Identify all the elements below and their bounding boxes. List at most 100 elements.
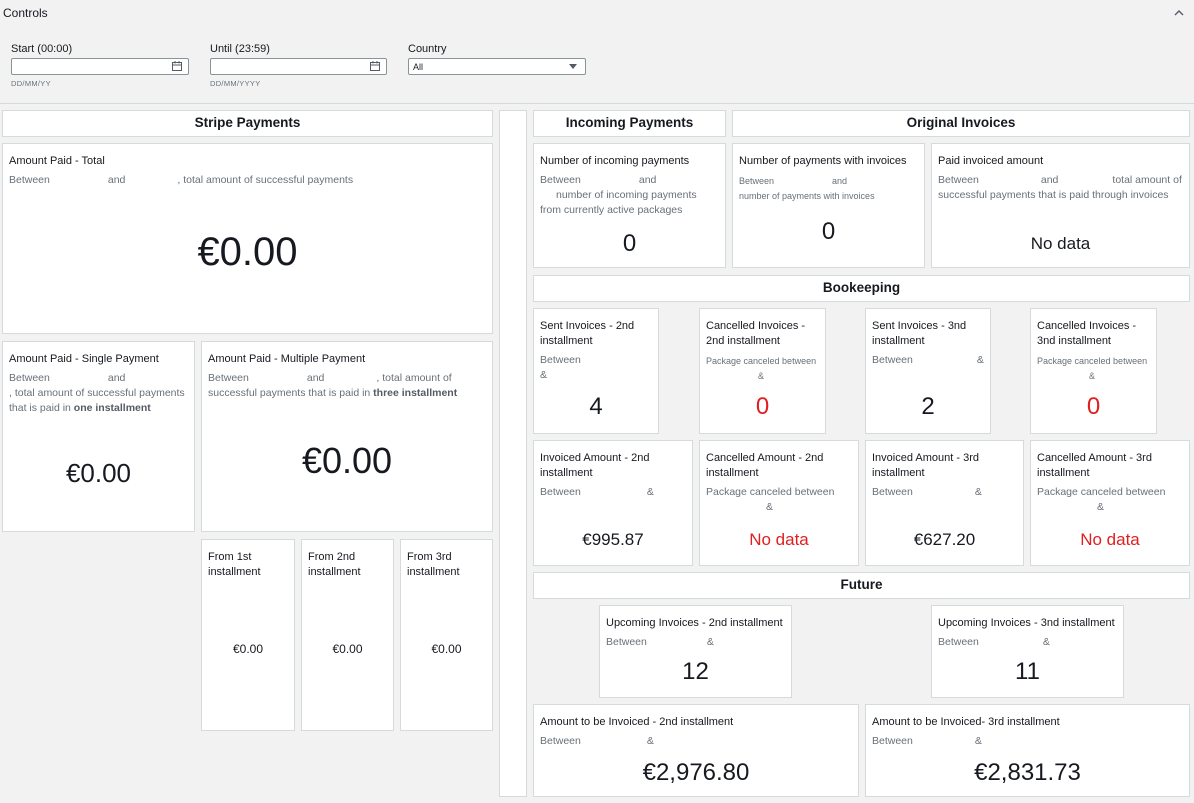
chevron-up-icon[interactable] [1172, 6, 1186, 20]
calendar-icon[interactable] [370, 61, 380, 71]
card-value: €0.00 [431, 642, 462, 656]
card-subtitle: Between and number of incoming payments fr… [540, 174, 697, 216]
card-subtitle: Between & [872, 486, 982, 498]
country-label: Country [408, 43, 447, 55]
card-title: Amount to be Invoiced - 2nd installment [540, 716, 734, 728]
until-date-label: Until (23:59) [210, 43, 270, 55]
card-title: Amount Paid - Single Payment [9, 353, 159, 365]
card-subtitle: Package canceled between & [1037, 486, 1166, 513]
card-subtitle: Between & [606, 636, 714, 648]
start-date-hint: DD/MM/YY [11, 79, 51, 88]
card-title: Sent Invoices - 3nd installment [872, 320, 967, 347]
incoming-payments-header: Incoming Payments [533, 110, 726, 137]
card-value: 12 [682, 658, 709, 685]
amount-to-be-invoiced-3rd-card: Amount to be Invoiced- 3rd installment B… [865, 704, 1190, 797]
card-title: Cancelled Amount - 3rd installment [1037, 452, 1152, 479]
card-title: From 3rd installment [407, 551, 460, 578]
card-subtitle: Between and, total amount of successful p… [9, 372, 185, 414]
upcoming-invoices-3rd-card: Upcoming Invoices - 3nd installment Betw… [931, 605, 1124, 698]
card-value: 0 [622, 230, 637, 257]
card-value: 4 [589, 393, 603, 420]
card-title: Upcoming Invoices - 3nd installment [938, 617, 1115, 629]
cancelled-invoices-3rd-card: Cancelled Invoices - 3nd installment Pac… [1030, 308, 1157, 434]
start-date-input[interactable] [11, 58, 189, 75]
card-subtitle: Package canceled between & [706, 486, 835, 513]
card-value: €0.00 [197, 230, 298, 274]
card-title: Invoiced Amount - 2nd installment [540, 452, 650, 479]
card-title: Number of incoming payments [540, 155, 690, 167]
stripe-payments-header: Stripe Payments [2, 110, 493, 137]
amount-paid-single-card: Amount Paid - Single Payment Between and,… [2, 341, 195, 532]
card-value: €0.00 [301, 440, 393, 481]
card-title: Cancelled Invoices - 3nd installment [1037, 320, 1137, 347]
card-subtitle: Between & [872, 354, 984, 366]
card-value: €995.87 [582, 530, 644, 549]
card-subtitle: Between and, total amount of successful p… [208, 372, 458, 399]
start-date-label: Start (00:00) [11, 43, 73, 55]
card-title: Invoiced Amount - 3rd installment [872, 452, 980, 479]
calendar-icon[interactable] [172, 61, 182, 71]
card-subtitle: Between and total amount of successful pay… [938, 174, 1182, 201]
controls-title: Controls [3, 6, 48, 20]
card-value: No data [749, 530, 809, 549]
card-value: No data [1080, 530, 1140, 549]
original-invoices-header: Original Invoices [732, 110, 1190, 137]
card-subtitle: Between and number of payments with invoic… [739, 176, 875, 201]
card-subtitle: Between & [872, 735, 982, 747]
future-header: Future [533, 572, 1190, 599]
amount-paid-multiple-card: Amount Paid - Multiple Payment Between an… [201, 341, 493, 532]
payments-with-invoices-card: Number of payments with invoices Between… [732, 143, 925, 268]
sent-invoices-2nd-card: Sent Invoices - 2nd installment Between &… [533, 308, 659, 434]
card-title: From 1st installment [208, 551, 261, 578]
card-value: €0.00 [232, 642, 264, 656]
country-select[interactable]: All [408, 58, 586, 75]
until-date-input[interactable] [210, 58, 387, 75]
until-date-control: Until (23:59) DD/MM/YYYY [210, 43, 387, 88]
spacer-panel [499, 110, 527, 797]
card-value: €2,976.80 [642, 759, 750, 786]
card-value: 2 [921, 393, 935, 420]
from-2nd-installment-card: From 2nd installment €0.00 [301, 539, 394, 731]
sent-invoices-3rd-card: Sent Invoices - 3nd installment Between &… [865, 308, 991, 434]
card-subtitle: Package canceled between & [1037, 356, 1148, 381]
card-title: Number of payments with invoices [739, 155, 907, 167]
card-value: No data [1030, 234, 1091, 253]
card-value: 0 [755, 393, 770, 420]
card-value: 0 [821, 218, 836, 245]
invoiced-amount-3rd-card: Invoiced Amount - 3rd installment Betwee… [865, 440, 1024, 566]
card-title: Amount Paid - Multiple Payment [208, 353, 366, 365]
card-value: €0.00 [332, 642, 363, 656]
incoming-payments-count-card: Number of incoming payments Between and nu… [533, 143, 726, 268]
card-title: Paid invoiced amount [938, 155, 1044, 167]
from-3rd-installment-card: From 3rd installment €0.00 [400, 539, 493, 731]
card-title: Cancelled Invoices - 2nd installment [706, 320, 806, 347]
upcoming-invoices-2nd-card: Upcoming Invoices - 2nd installment Betw… [599, 605, 792, 698]
card-subtitle: Between & [938, 636, 1050, 648]
caret-down-icon [569, 64, 577, 69]
card-title: Sent Invoices - 2nd installment [540, 320, 635, 347]
card-title: Amount Paid - Total [9, 155, 105, 167]
card-subtitle: Between & [540, 486, 654, 498]
card-title: Upcoming Invoices - 2nd installment [606, 617, 783, 629]
paid-invoiced-amount-card: Paid invoiced amount Between and total amo… [931, 143, 1190, 268]
card-subtitle: Between and, total amount of successful p… [9, 174, 354, 186]
card-title: From 2nd installment [308, 551, 361, 578]
country-select-value: All [413, 62, 424, 72]
card-subtitle: Between & [540, 735, 654, 747]
amount-to-be-invoiced-2nd-card: Amount to be Invoiced - 2nd installment … [533, 704, 859, 797]
card-title: Amount to be Invoiced- 3rd installment [872, 716, 1060, 728]
start-date-control: Start (00:00) DD/MM/YY [11, 43, 189, 88]
invoiced-amount-2nd-card: Invoiced Amount - 2nd installment Betwee… [533, 440, 693, 566]
country-control: Country All [408, 43, 586, 75]
card-subtitle: Package canceled between & [706, 356, 817, 381]
cancelled-invoices-2nd-card: Cancelled Invoices - 2nd installment Pac… [699, 308, 826, 434]
from-1st-installment-card: From 1st installment €0.00 [201, 539, 295, 731]
cancelled-amount-3rd-card: Cancelled Amount - 3rd installment Packa… [1030, 440, 1190, 566]
card-value: €0.00 [65, 458, 132, 488]
card-value: 0 [1086, 393, 1101, 420]
amount-paid-total-card: Amount Paid - Total Between and, total am… [2, 143, 493, 334]
bookkeeping-header: Bookeeping [533, 275, 1190, 302]
card-value: €627.20 [913, 530, 976, 549]
card-subtitle: Between & [540, 354, 581, 381]
card-value: 11 [1015, 658, 1040, 685]
